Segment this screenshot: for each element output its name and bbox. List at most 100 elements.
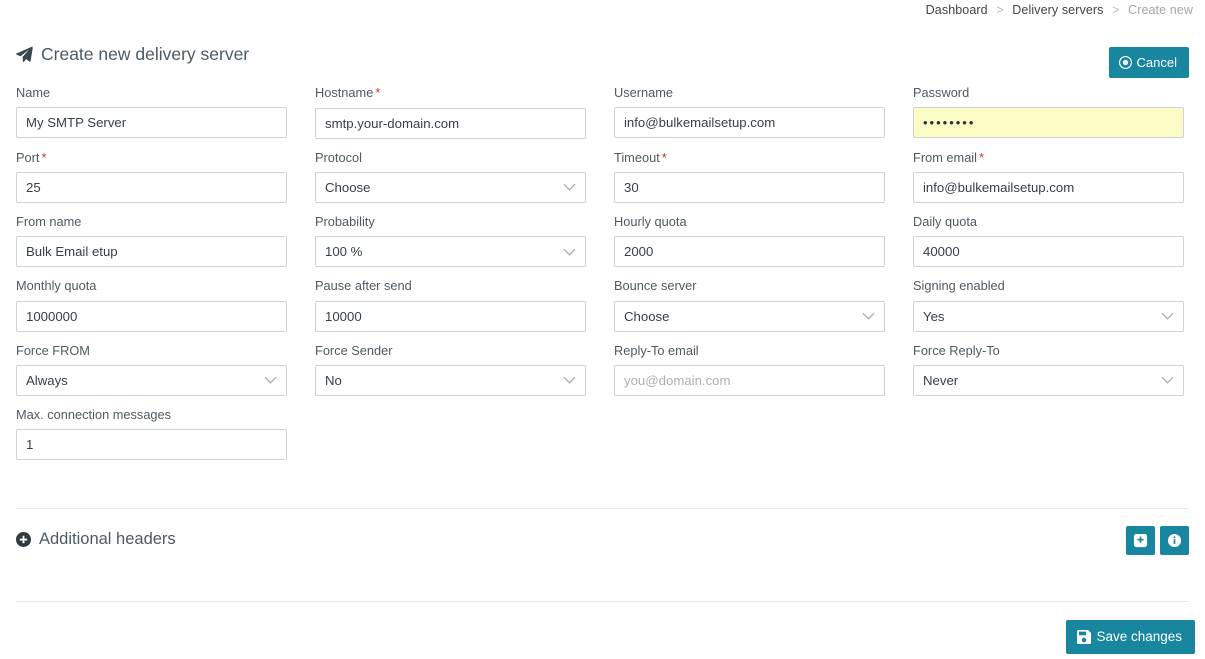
- floppy-disk-icon: [1077, 630, 1092, 644]
- select-signing-enabled[interactable]: YesNo: [913, 300, 1184, 332]
- breadcrumb-item-create-new: Create new: [1128, 3, 1193, 17]
- breadcrumb-separator: >: [996, 3, 1004, 17]
- field-force-from: Force FROM AlwaysNeverWhen empty: [16, 342, 287, 396]
- section-divider-bottom: [16, 601, 1189, 602]
- label-signing-enabled: Signing enabled: [913, 278, 1005, 294]
- required-marker: *: [375, 85, 381, 100]
- select-wrap-signing-enabled: YesNo: [913, 300, 1184, 332]
- input-pause-after-send[interactable]: [315, 300, 586, 332]
- add-header-button[interactable]: [1126, 526, 1155, 555]
- field-signing-enabled: Signing enabled YesNo: [913, 277, 1184, 332]
- field-force-reply-to: Force Reply-To NeverAlwaysWhen empty: [913, 342, 1184, 396]
- plus-square-icon: [1133, 533, 1148, 548]
- field-hostname: Hostname *: [315, 84, 586, 139]
- save-changes-button[interactable]: Save changes: [1066, 620, 1195, 654]
- label-hourly-quota: Hourly quota: [614, 214, 687, 230]
- label-protocol: Protocol: [315, 149, 362, 165]
- label-monthly-quota: Monthly quota: [16, 278, 97, 294]
- additional-headers-actions: [1126, 526, 1189, 555]
- label-bounce-server: Bounce server: [614, 278, 697, 294]
- plus-circle-icon: [16, 531, 31, 547]
- label-force-sender: Force Sender: [315, 342, 393, 358]
- section-divider-top: [16, 508, 1189, 509]
- required-marker: *: [979, 149, 985, 165]
- field-from-email: From email *: [913, 149, 1184, 204]
- select-wrap-protocol: ChooseTLSSSLSTARTTLS: [315, 171, 586, 203]
- cancel-circle-icon: [1118, 56, 1132, 69]
- field-timeout: Timeout *: [614, 149, 885, 204]
- required-marker: *: [661, 149, 667, 165]
- input-hostname[interactable]: [315, 107, 586, 139]
- cancel-button[interactable]: Cancel: [1108, 47, 1189, 78]
- delivery-server-form-page: Dashboard > Delivery servers > Create ne…: [0, 0, 1205, 659]
- breadcrumb: Dashboard > Delivery servers > Create ne…: [926, 3, 1193, 17]
- label-pause-after-send: Pause after send: [315, 278, 412, 294]
- delivery-server-form: Name Hostname* Username Password Port* Protoc…: [16, 84, 1189, 470]
- label-force-from: Force FROM: [16, 342, 90, 358]
- input-port[interactable]: [16, 172, 287, 204]
- label-password: Password: [913, 85, 970, 100]
- input-timeout[interactable]: [614, 172, 885, 204]
- label-from-email: From email *: [913, 149, 985, 165]
- input-from-email[interactable]: [913, 172, 1184, 204]
- required-marker: *: [41, 149, 47, 165]
- additional-headers-title-text: Additional headers: [39, 530, 176, 548]
- field-hourly-quota: Hourly quota: [614, 213, 885, 268]
- select-force-sender[interactable]: NoYes: [315, 364, 586, 396]
- field-from-name: From name: [16, 213, 287, 268]
- breadcrumb-item-dashboard[interactable]: Dashboard: [926, 3, 988, 17]
- breadcrumb-separator: >: [1112, 3, 1120, 17]
- label-username: Username: [614, 85, 674, 100]
- field-password: Password: [913, 84, 1184, 139]
- field-port: Port *: [16, 149, 287, 204]
- input-hourly-quota[interactable]: [614, 236, 885, 268]
- label-port: Port *: [16, 149, 47, 165]
- input-daily-quota[interactable]: [913, 236, 1184, 268]
- cancel-button-label: Cancel: [1136, 55, 1177, 70]
- additional-headers-title: Additional headers: [16, 526, 1189, 548]
- page-header: Create new delivery server Cancel: [16, 42, 1189, 78]
- select-wrap-probability: 100 %75 %50 %25 %: [315, 236, 586, 268]
- field-monthly-quota: Monthly quota: [16, 277, 287, 332]
- label-hostname: Hostname *: [315, 85, 381, 100]
- label-name: Name: [16, 85, 51, 100]
- headers-info-button[interactable]: [1160, 526, 1189, 555]
- additional-headers-section: Additional headers: [16, 526, 1189, 560]
- select-wrap-force-reply-to: NeverAlwaysWhen empty: [913, 364, 1184, 396]
- field-username: Username: [614, 84, 885, 139]
- input-reply-to-email[interactable]: [614, 364, 885, 396]
- select-force-from[interactable]: AlwaysNeverWhen empty: [16, 364, 287, 396]
- page-title-text: Create new delivery server: [41, 44, 250, 64]
- field-pause-after-send: Pause after send: [315, 277, 586, 332]
- info-circle-icon: [1167, 533, 1182, 548]
- label-probability: Probability: [315, 214, 375, 230]
- field-daily-quota: Daily quota: [913, 213, 1184, 268]
- input-monthly-quota[interactable]: [16, 300, 287, 332]
- label-daily-quota: Daily quota: [913, 214, 978, 230]
- label-force-reply-to: Force Reply-To: [913, 342, 1000, 358]
- select-bounce-server[interactable]: Choose: [614, 300, 885, 332]
- label-from-name: From name: [16, 214, 82, 230]
- input-password[interactable]: [913, 107, 1184, 139]
- field-protocol: Protocol ChooseTLSSSLSTARTTLS: [315, 149, 586, 204]
- input-max-connection-messages[interactable]: [16, 429, 287, 461]
- page-title: Create new delivery server: [16, 42, 1189, 64]
- select-probability[interactable]: 100 %75 %50 %25 %: [315, 236, 586, 268]
- field-force-sender: Force Sender NoYes: [315, 342, 586, 396]
- input-name[interactable]: [16, 107, 287, 139]
- label-max-connection-messages: Max. connection messages: [16, 406, 172, 422]
- label-timeout: Timeout *: [614, 149, 667, 165]
- field-max-connection-messages: Max. connection messages: [16, 406, 287, 461]
- breadcrumb-item-delivery-servers[interactable]: Delivery servers: [1012, 3, 1103, 17]
- input-from-name[interactable]: [16, 236, 287, 268]
- input-username[interactable]: [614, 107, 885, 139]
- paper-plane-icon: [16, 46, 33, 63]
- label-reply-to-email: Reply-To email: [614, 342, 699, 358]
- field-bounce-server: Bounce server Choose: [614, 277, 885, 332]
- field-name: Name: [16, 84, 287, 139]
- select-protocol[interactable]: ChooseTLSSSLSTARTTLS: [315, 171, 586, 203]
- field-probability: Probability 100 %75 %50 %25 %: [315, 213, 586, 268]
- select-wrap-bounce-server: Choose: [614, 300, 885, 332]
- select-force-reply-to[interactable]: NeverAlwaysWhen empty: [913, 364, 1184, 396]
- field-reply-to-email: Reply-To email: [614, 342, 885, 396]
